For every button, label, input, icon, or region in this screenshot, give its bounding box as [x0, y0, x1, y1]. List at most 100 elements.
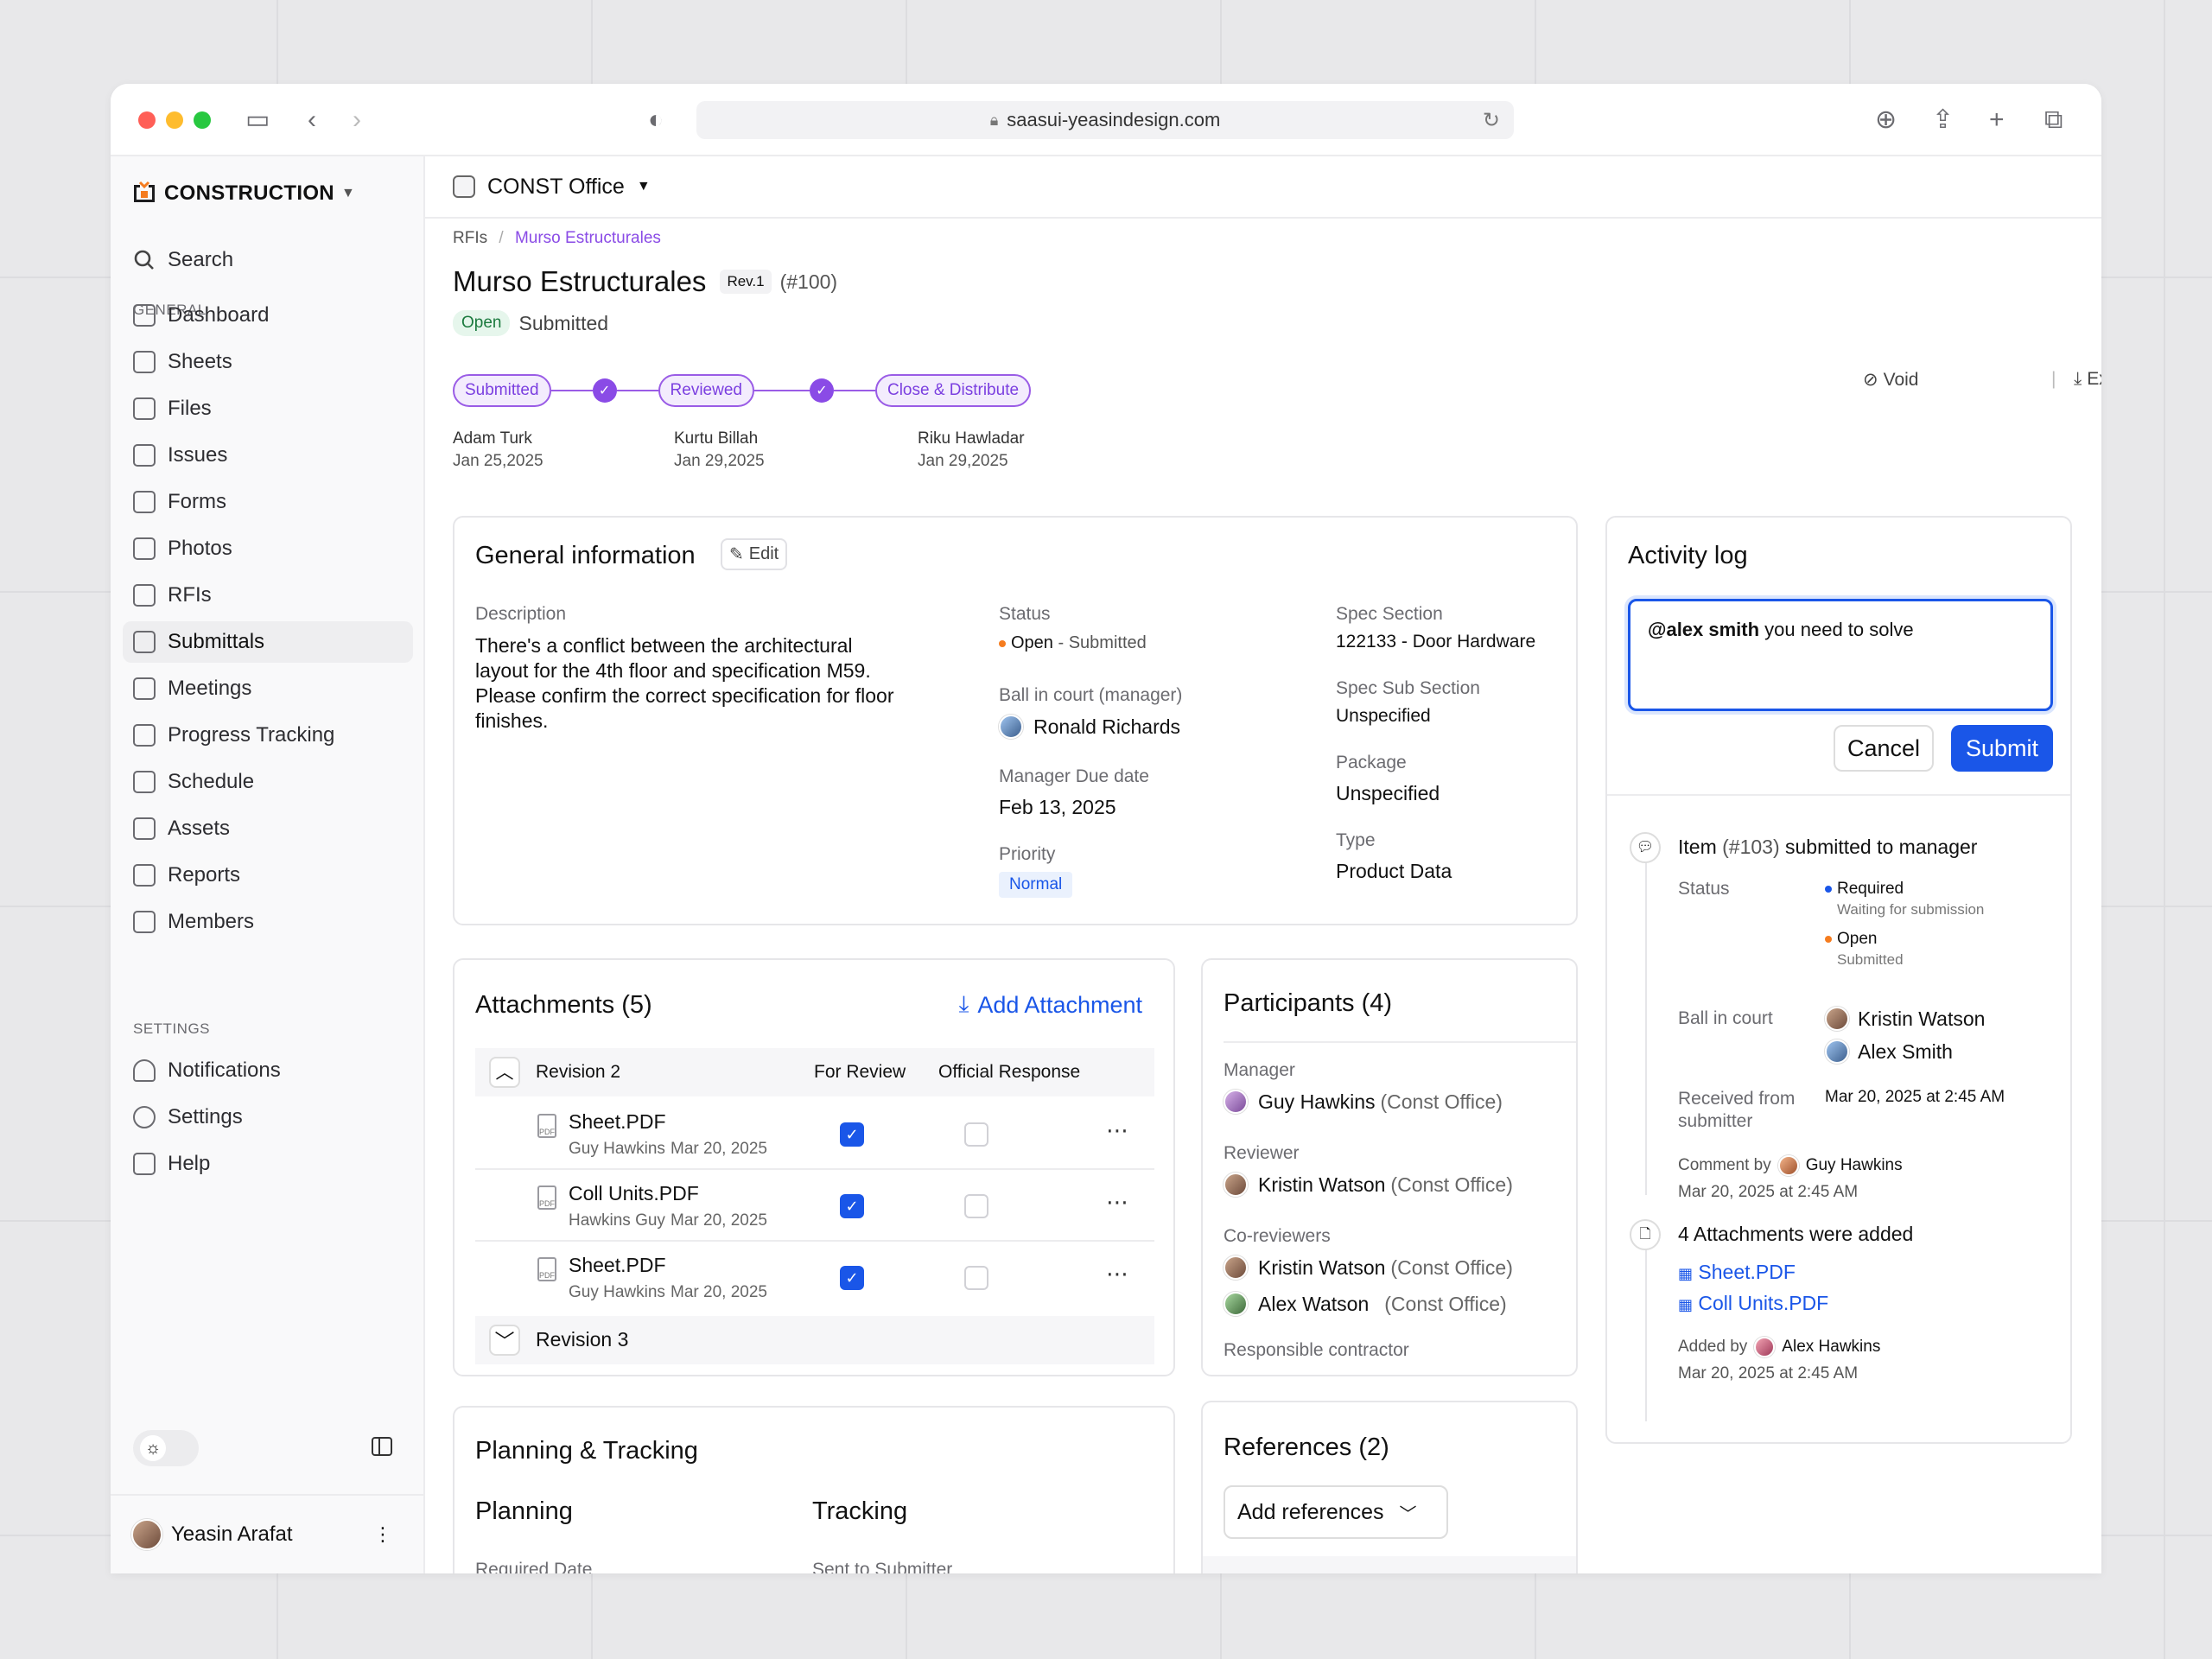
step-reviewed[interactable]: Reviewed [658, 374, 754, 407]
attachment-name[interactable]: Coll Units.PDF [569, 1182, 699, 1205]
workflow-stepper: Submitted ✓ Reviewed ✓ Close & Distribut… [453, 374, 1032, 407]
co-reviewer-2: Alex Watson (Const Office) [1224, 1292, 1507, 1316]
activity-file-1[interactable]: ▦ Sheet.PDF [1678, 1261, 1796, 1284]
breadcrumb-current[interactable]: Murso Estructurales [515, 229, 661, 247]
step-close-distribute[interactable]: Close & Distribute [874, 374, 1032, 407]
close-window-button[interactable] [138, 111, 156, 129]
breadcrumb-rfis[interactable]: RFIs [453, 229, 487, 247]
more-options-icon[interactable]: ⋯ [1106, 1261, 1129, 1287]
user-profile[interactable]: Yeasin Arafat ⋮ [111, 1494, 423, 1573]
pdf-file-icon: PDF [537, 1257, 556, 1281]
card-title: Participants (4) [1224, 989, 1393, 1017]
comment-input[interactable]: @alex smith you need to solve [1628, 599, 2053, 711]
sidebar-item-dashboard[interactable]: Dashboard [123, 295, 413, 336]
add-attachment-button[interactable]: ⤓ Add Attachment [958, 991, 1142, 1019]
help-icon [133, 1153, 156, 1175]
official-response-checkbox[interactable] [964, 1122, 988, 1147]
url-bar[interactable]: 🔒︎ saasui-yeasindesign.com ↻ [696, 101, 1514, 139]
col-official-response: Official Response [938, 1062, 1081, 1082]
sidebar-item-progress-tracking[interactable]: Progress Tracking [123, 715, 413, 756]
sidebar-item-issues[interactable]: Issues [123, 435, 413, 476]
sidebar-item-label: Assets [168, 817, 231, 840]
brand-switcher[interactable]: CONSTRUCTION ▼ [131, 181, 355, 207]
required-date-label: Required Date [475, 1560, 593, 1573]
forward-icon[interactable]: › [353, 106, 361, 134]
spec-section-label: Spec Section [1336, 604, 1443, 624]
more-options-icon[interactable]: ⋯ [1106, 1117, 1129, 1144]
new-tab-icon[interactable]: + [1989, 106, 2005, 134]
collapse-sidebar-icon[interactable] [372, 1437, 392, 1456]
back-icon[interactable]: ‹ [308, 106, 316, 134]
minimize-window-button[interactable] [166, 111, 183, 129]
status-text: Submitted [518, 311, 609, 334]
ban-icon: ⊘ [1863, 370, 1878, 390]
official-response-checkbox[interactable] [964, 1266, 988, 1290]
export-button[interactable]: ⤓Export▼ [2074, 369, 2101, 390]
brand-name: CONSTRUCTION [164, 181, 334, 205]
add-references-button[interactable]: Add references ﹀ [1224, 1485, 1448, 1539]
attachment-name[interactable]: Sheet.PDF [569, 1110, 666, 1134]
sidebar-item-rfis[interactable]: RFIs [123, 575, 413, 616]
office-name[interactable]: CONST Office [487, 175, 625, 200]
status-row: Open Submitted [453, 310, 608, 336]
package-value: Unspecified [1336, 782, 1440, 804]
sidebar-item-help[interactable]: Help [123, 1143, 413, 1185]
sidebar-item-submittals[interactable]: Submittals [123, 621, 413, 663]
reload-icon[interactable]: ↻ [1483, 108, 1500, 133]
maximize-window-button[interactable] [194, 111, 211, 129]
sidebar-item-notifications[interactable]: Notifications [123, 1050, 413, 1091]
submit-button[interactable]: Submit [1951, 725, 2053, 772]
progress-tracking-icon [133, 724, 156, 747]
message-text: you need to solve [1759, 619, 1914, 640]
sidebar-item-schedule[interactable]: Schedule [123, 761, 413, 803]
forms-icon [133, 491, 156, 513]
sidebar-item-photos[interactable]: Photos [123, 528, 413, 569]
planning-tracking-card: Planning & Tracking Planning Tracking Re… [453, 1406, 1175, 1573]
for-review-checkbox[interactable]: ✓ [840, 1266, 864, 1290]
attachment-row: PDF Sheet.PDF Guy Hawkins Mar 20, 2025 ✓ ⋯ [475, 1098, 1154, 1170]
files-icon [133, 397, 156, 420]
sidebar-item-settings[interactable]: Settings [123, 1096, 413, 1138]
step-submitted[interactable]: Submitted [453, 374, 551, 407]
official-response-checkbox[interactable] [964, 1194, 988, 1218]
more-options-icon[interactable]: ⋮ [373, 1523, 392, 1546]
share-icon[interactable]: ⇪ [1932, 106, 1954, 134]
sidebar-item-meetings[interactable]: Meetings [123, 668, 413, 709]
void-button[interactable]: ⊘ Void [1863, 369, 1918, 391]
schedule-icon [133, 771, 156, 793]
theme-toggle[interactable]: ☼ [133, 1430, 199, 1466]
main-content: CONST Office ▼ RFIs / Murso Estructurale… [425, 156, 2101, 1573]
sidebar-item-files[interactable]: Files [123, 388, 413, 429]
revision-2-header[interactable]: ︿ Revision 2 For Review Official Respons… [475, 1048, 1154, 1096]
activity-file-2[interactable]: ▦ Coll Units.PDF [1678, 1292, 1828, 1315]
participants-card: Participants (4) Manager Guy Hawkins (Con… [1201, 958, 1578, 1376]
submittals-icon [133, 631, 156, 653]
due-date-value: Feb 13, 2025 [999, 796, 1116, 818]
revision-3-header[interactable]: ﹀ Revision 3 [475, 1316, 1154, 1364]
sidebar-item-members[interactable]: Members [123, 901, 413, 943]
cancel-button[interactable]: Cancel [1834, 725, 1934, 772]
attachment-name[interactable]: Sheet.PDF [569, 1254, 666, 1277]
chevron-down-icon[interactable]: ▼ [637, 179, 651, 194]
for-review-checkbox[interactable]: ✓ [840, 1122, 864, 1147]
sidebar-item-forms[interactable]: Forms [123, 481, 413, 523]
chevron-up-icon[interactable]: ︿ [489, 1057, 520, 1088]
more-options-icon[interactable]: ⋯ [1106, 1189, 1129, 1216]
gear-icon [133, 1106, 156, 1128]
download-icon[interactable]: ⊕ [1875, 106, 1897, 134]
sidebar-item-label: Members [168, 910, 255, 933]
shield-icon[interactable]: ◐ [648, 106, 664, 134]
sidebar-toggle-icon[interactable]: ▭ [245, 106, 270, 134]
chevron-down-icon[interactable]: ﹀ [489, 1325, 520, 1356]
step-meta-3: Riku Hawladar Jan 29,2025 [918, 429, 1025, 470]
tabs-overview-icon[interactable]: ⧉ [2044, 106, 2063, 134]
search-button[interactable]: Search [123, 239, 413, 281]
avatar [1224, 1090, 1248, 1114]
edit-button[interactable]: ✎ Edit [721, 538, 788, 570]
sidebar-item-label: Submittals [168, 630, 265, 653]
sidebar-item-assets[interactable]: Assets [123, 808, 413, 849]
chevron-down-icon: ▼ [340, 186, 356, 200]
for-review-checkbox[interactable]: ✓ [840, 1194, 864, 1218]
sidebar-item-reports[interactable]: Reports [123, 855, 413, 896]
sidebar-item-sheets[interactable]: Sheets [123, 341, 413, 383]
